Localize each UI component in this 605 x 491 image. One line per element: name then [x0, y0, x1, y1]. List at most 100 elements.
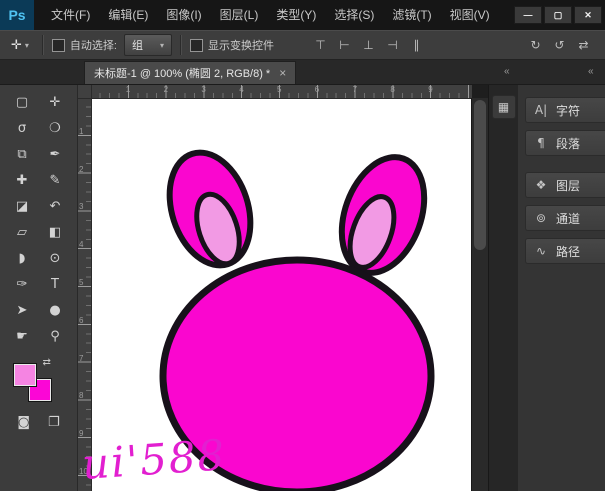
menu-item-6[interactable]: 选择(S): [325, 0, 383, 30]
panel-paths[interactable]: ∿ 路径: [525, 238, 605, 264]
panel-paragraph-label: 段落: [556, 135, 580, 152]
chevron-down-icon: ▾: [160, 41, 164, 50]
panel-paths-icon: ∿: [534, 244, 548, 258]
ruler-number: 1: [79, 127, 83, 136]
horizontal-type-tool[interactable]: T: [39, 271, 72, 297]
dodge-tool[interactable]: ⊙: [39, 245, 72, 271]
rabbit-drawing: [91, 98, 472, 491]
menu-item-5[interactable]: 类型(Y): [267, 0, 325, 30]
clone-stamp-tool[interactable]: ◪: [6, 193, 39, 219]
align-vertical-centers-icon[interactable]: ⊢: [337, 38, 352, 52]
menu-item-3[interactable]: 图像(I): [157, 0, 210, 30]
auto-select-checkbox[interactable]: [52, 39, 65, 52]
quick-mask-button[interactable]: ◙: [17, 415, 30, 430]
crop-tool[interactable]: ⧉: [6, 141, 39, 167]
lasso-tool[interactable]: σ: [6, 115, 39, 141]
brush-tool[interactable]: ✎: [39, 167, 72, 193]
hand-tool[interactable]: ☛: [6, 323, 39, 349]
document-canvas[interactable]: [91, 98, 472, 491]
eraser-tool[interactable]: ▱: [6, 219, 39, 245]
foreground-color-swatch[interactable]: [14, 364, 36, 386]
zoom-tool[interactable]: ⚲: [39, 323, 72, 349]
ruler-number: 10: [79, 467, 88, 476]
color-swatches: ⇄: [9, 357, 69, 407]
menu-item-4[interactable]: 图层(L): [211, 0, 268, 30]
panel-character-icon: A|: [534, 103, 548, 117]
panel-layers-icon: ❖: [534, 178, 548, 192]
auto-select-label: 自动选择:: [70, 37, 117, 53]
app-logo: Ps: [0, 0, 34, 30]
maximize-button[interactable]: ▢: [544, 6, 572, 24]
move-tool[interactable]: ✛: [39, 89, 72, 115]
collapse-dock-icon[interactable]: «: [588, 66, 592, 77]
collapse-strip-icon[interactable]: «: [504, 66, 508, 77]
distribute-centers-icon[interactable]: ∥: [409, 38, 424, 52]
distribute-horizontal-icon[interactable]: ⇄: [576, 38, 591, 52]
panel-paragraph[interactable]: ¶ 段落: [525, 130, 605, 156]
window-controls: —▢✕: [514, 6, 602, 24]
photoshop-window: Ps 文件(F)编辑(E)图像(I)图层(L)类型(Y)选择(S)滤镜(T)视图…: [0, 0, 605, 491]
panel-paragraph-icon: ¶: [534, 136, 548, 150]
menu-item-2[interactable]: 编辑(E): [99, 0, 157, 30]
tool-preset-picker[interactable]: ✛ ▾: [6, 36, 34, 55]
blur-tool[interactable]: ◗: [6, 245, 39, 271]
panel-character[interactable]: A|字符: [525, 97, 605, 123]
ellipse-tool[interactable]: ●: [39, 297, 72, 323]
panel-channels[interactable]: ⊚通道: [525, 205, 605, 231]
rotate-view-icon[interactable]: ↻: [528, 38, 543, 52]
close-tab-icon[interactable]: ×: [277, 66, 286, 80]
close-button[interactable]: ✕: [574, 6, 602, 24]
right-panel-dock: A|字符 ¶ 段落 ❖ 图层 ⊚通道 ∿ 路径: [518, 85, 605, 491]
options-bar: ✛ ▾ 自动选择: 组 ▾ 显示变换控件 ⊤⊢⊥⊣∥ ↻↺⇄: [0, 30, 605, 60]
align-icons-group: ⊤ ⊢ ⊥ ⊣ ∥: [313, 38, 424, 52]
rotate-back-icon[interactable]: ↺: [552, 38, 567, 52]
scrollbar-thumb[interactable]: [474, 100, 486, 250]
align-left-edges-icon[interactable]: ⊣: [385, 38, 400, 52]
menu-item-1[interactable]: 文件(F): [42, 0, 99, 30]
panel-layers[interactable]: ❖ 图层: [525, 172, 605, 198]
auto-select-group-dropdown[interactable]: 组 ▾: [124, 34, 172, 56]
horizontal-ruler: 123456789: [91, 85, 472, 99]
align-top-edges-icon[interactable]: ⊤: [313, 38, 328, 52]
ruler-number: 1: [126, 85, 130, 94]
history-brush-tool[interactable]: ↶: [39, 193, 72, 219]
ruler-number: 4: [79, 240, 83, 249]
ruler-number: 6: [315, 85, 319, 94]
ruler-number: 4: [239, 85, 243, 94]
menu-item-7[interactable]: 滤镜(T): [383, 0, 440, 30]
menu-item-8[interactable]: 视图(V): [441, 0, 499, 30]
spot-healing-brush-tool[interactable]: ✚: [6, 167, 39, 193]
collapsed-panel-icon[interactable]: ▦: [492, 95, 516, 119]
document-tab[interactable]: 未标题-1 @ 100% (椭圆 2, RGB/8) * ×: [84, 61, 296, 84]
panel-layers-label: 图层: [556, 177, 580, 194]
ruler-corner[interactable]: [78, 85, 92, 99]
document-viewport: [91, 98, 472, 491]
align-bottom-edges-icon[interactable]: ⊥: [361, 38, 376, 52]
toolbar-bottom: ◙ ❐: [17, 415, 59, 430]
separator: [42, 35, 44, 55]
quick-selection-tool[interactable]: ❍: [39, 115, 72, 141]
tools-grid: ▢✛σ❍⧉✒✚✎◪↶▱◧◗⊙✑T➤●☛⚲: [6, 89, 72, 349]
ruler-number: 3: [201, 85, 205, 94]
ruler-number: 8: [79, 391, 83, 400]
gradient-tool[interactable]: ◧: [39, 219, 72, 245]
vertical-ruler: 12345678910: [78, 98, 92, 491]
ruler-number: 5: [277, 85, 281, 94]
swap-colors-icon[interactable]: ⇄: [43, 357, 51, 368]
chevron-down-icon: ▾: [25, 41, 29, 50]
rabbit-head: [163, 260, 431, 491]
screen-mode-button[interactable]: ❐: [48, 415, 60, 430]
rectangular-marquee-tool[interactable]: ▢: [6, 89, 39, 115]
panel-channels-icon: ⊚: [534, 211, 548, 225]
panel-paths-label: 路径: [556, 243, 580, 260]
minimize-button[interactable]: —: [514, 6, 542, 24]
document-tab-title: 未标题-1 @ 100% (椭圆 2, RGB/8) *: [94, 65, 270, 81]
ruler-number: 3: [79, 202, 83, 211]
group-dropdown-value: 组: [132, 37, 143, 53]
show-transform-checkbox[interactable]: [190, 39, 203, 52]
eyedropper-tool[interactable]: ✒: [39, 141, 72, 167]
path-selection-tool[interactable]: ➤: [6, 297, 39, 323]
move-tool-icon: ✛: [11, 38, 22, 53]
pen-tool[interactable]: ✑: [6, 271, 39, 297]
vertical-scrollbar[interactable]: [471, 98, 488, 491]
